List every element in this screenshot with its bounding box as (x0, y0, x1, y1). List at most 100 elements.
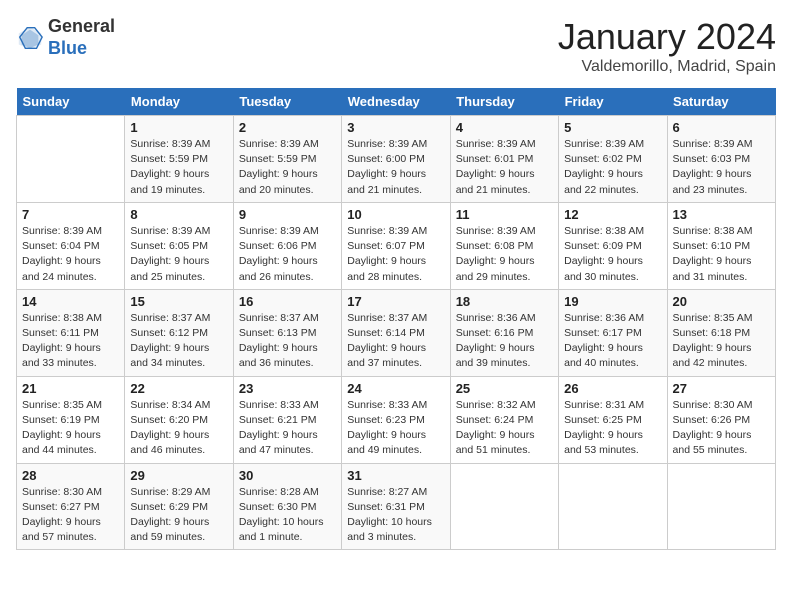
weekday-header-cell: Monday (125, 88, 233, 116)
calendar-day-cell: 23Sunrise: 8:33 AM Sunset: 6:21 PM Dayli… (233, 376, 341, 463)
day-number: 23 (239, 381, 336, 396)
day-info: Sunrise: 8:36 AM Sunset: 6:17 PM Dayligh… (564, 311, 661, 372)
calendar-day-cell: 2Sunrise: 8:39 AM Sunset: 5:59 PM Daylig… (233, 116, 341, 203)
day-info: Sunrise: 8:34 AM Sunset: 6:20 PM Dayligh… (130, 398, 227, 459)
day-number: 18 (456, 294, 553, 309)
day-number: 21 (22, 381, 119, 396)
day-number: 11 (456, 207, 553, 222)
calendar-day-cell: 6 Sunrise: 8:39 AM Sunset: 6:03 PM Daylig… (667, 116, 775, 203)
day-number: 1 (130, 120, 227, 135)
calendar-day-cell: 19 Sunrise: 8:36 AM Sunset: 6:17 PM Dayli… (559, 289, 667, 376)
day-info: Sunrise: 8:28 AM Sunset: 6:30 PM Dayligh… (239, 485, 336, 546)
day-info: Sunrise: 8:32 AM Sunset: 6:24 PM Dayligh… (456, 398, 553, 459)
day-info: Sunrise: 8:29 AM Sunset: 6:29 PM Dayligh… (130, 485, 227, 546)
day-info: Sunrise: 8:38 AM Sunset: 6:09 PM Dayligh… (564, 224, 661, 285)
weekday-header-cell: Wednesday (342, 88, 450, 116)
day-number: 31 (347, 468, 444, 483)
calendar-day-cell: 10 Sunrise: 8:39 AM Sunset: 6:07 PM Dayli… (342, 202, 450, 289)
day-info: Sunrise: 8:37 AM Sunset: 6:14 PM Dayligh… (347, 311, 444, 372)
calendar-week-row: 28 Sunrise: 8:30 AM Sunset: 6:27 PM Dayli… (17, 463, 776, 550)
weekday-header-cell: Tuesday (233, 88, 341, 116)
day-number: 14 (22, 294, 119, 309)
calendar-day-cell: 27 Sunrise: 8:30 AM Sunset: 6:26 PM Dayli… (667, 376, 775, 463)
calendar-table: SundayMondayTuesdayWednesdayThursdayFrid… (16, 88, 776, 550)
day-number: 9 (239, 207, 336, 222)
day-info: Sunrise: 8:39 AM Sunset: 6:03 PM Dayligh… (673, 137, 770, 198)
day-info: Sunrise: 8:39 AM Sunset: 6:02 PM Dayligh… (564, 137, 661, 198)
calendar-day-cell: 5 Sunrise: 8:39 AM Sunset: 6:02 PM Daylig… (559, 116, 667, 203)
logo-blue-text: Blue (48, 38, 115, 60)
day-number: 6 (673, 120, 770, 135)
calendar-day-cell: 31Sunrise: 8:27 AM Sunset: 6:31 PM Dayli… (342, 463, 450, 550)
calendar-day-cell: 12 Sunrise: 8:38 AM Sunset: 6:09 PM Dayli… (559, 202, 667, 289)
day-number: 27 (673, 381, 770, 396)
day-number: 29 (130, 468, 227, 483)
calendar-day-cell: 20 Sunrise: 8:35 AM Sunset: 6:18 PM Dayli… (667, 289, 775, 376)
calendar-body: 1 Sunrise: 8:39 AM Sunset: 5:59 PM Daylig… (17, 116, 776, 550)
day-number: 8 (130, 207, 227, 222)
calendar-day-cell: 22 Sunrise: 8:34 AM Sunset: 6:20 PM Dayli… (125, 376, 233, 463)
calendar-day-cell: 18 Sunrise: 8:36 AM Sunset: 6:16 PM Dayli… (450, 289, 558, 376)
calendar-day-cell: 13Sunrise: 8:38 AM Sunset: 6:10 PM Dayli… (667, 202, 775, 289)
title-area: January 2024 Valdemorillo, Madrid, Spain (558, 16, 776, 76)
day-info: Sunrise: 8:35 AM Sunset: 6:18 PM Dayligh… (673, 311, 770, 372)
day-number: 2 (239, 120, 336, 135)
day-number: 7 (22, 207, 119, 222)
weekday-header-cell: Thursday (450, 88, 558, 116)
day-info: Sunrise: 8:39 AM Sunset: 5:59 PM Dayligh… (130, 137, 227, 198)
day-info: Sunrise: 8:39 AM Sunset: 6:07 PM Dayligh… (347, 224, 444, 285)
day-number: 22 (130, 381, 227, 396)
day-number: 4 (456, 120, 553, 135)
day-number: 15 (130, 294, 227, 309)
day-number: 12 (564, 207, 661, 222)
day-number: 5 (564, 120, 661, 135)
day-info: Sunrise: 8:35 AM Sunset: 6:19 PM Dayligh… (22, 398, 119, 459)
day-number: 19 (564, 294, 661, 309)
day-info: Sunrise: 8:36 AM Sunset: 6:16 PM Dayligh… (456, 311, 553, 372)
day-number: 13 (673, 207, 770, 222)
day-info: Sunrise: 8:33 AM Sunset: 6:23 PM Dayligh… (347, 398, 444, 459)
logo: General Blue (16, 16, 115, 59)
day-info: Sunrise: 8:30 AM Sunset: 6:27 PM Dayligh… (22, 485, 119, 546)
weekday-header-cell: Sunday (17, 88, 125, 116)
day-number: 10 (347, 207, 444, 222)
weekday-header-row: SundayMondayTuesdayWednesdayThursdayFrid… (17, 88, 776, 116)
calendar-week-row: 7Sunrise: 8:39 AM Sunset: 6:04 PM Daylig… (17, 202, 776, 289)
calendar-day-cell: 14Sunrise: 8:38 AM Sunset: 6:11 PM Dayli… (17, 289, 125, 376)
calendar-day-cell: 1 Sunrise: 8:39 AM Sunset: 5:59 PM Daylig… (125, 116, 233, 203)
calendar-week-row: 14Sunrise: 8:38 AM Sunset: 6:11 PM Dayli… (17, 289, 776, 376)
calendar-day-cell: 17 Sunrise: 8:37 AM Sunset: 6:14 PM Dayli… (342, 289, 450, 376)
location-title: Valdemorillo, Madrid, Spain (558, 58, 776, 76)
day-info: Sunrise: 8:39 AM Sunset: 6:01 PM Dayligh… (456, 137, 553, 198)
day-number: 30 (239, 468, 336, 483)
day-info: Sunrise: 8:39 AM Sunset: 6:00 PM Dayligh… (347, 137, 444, 198)
calendar-day-cell: 24 Sunrise: 8:33 AM Sunset: 6:23 PM Dayli… (342, 376, 450, 463)
calendar-day-cell: 21 Sunrise: 8:35 AM Sunset: 6:19 PM Dayli… (17, 376, 125, 463)
day-info: Sunrise: 8:37 AM Sunset: 6:13 PM Dayligh… (239, 311, 336, 372)
calendar-day-cell (17, 116, 125, 203)
calendar-day-cell (559, 463, 667, 550)
calendar-week-row: 1 Sunrise: 8:39 AM Sunset: 5:59 PM Daylig… (17, 116, 776, 203)
day-info: Sunrise: 8:39 AM Sunset: 6:05 PM Dayligh… (130, 224, 227, 285)
day-number: 24 (347, 381, 444, 396)
calendar-day-cell: 9 Sunrise: 8:39 AM Sunset: 6:06 PM Daylig… (233, 202, 341, 289)
calendar-week-row: 21 Sunrise: 8:35 AM Sunset: 6:19 PM Dayli… (17, 376, 776, 463)
logo-icon (16, 24, 44, 52)
day-number: 3 (347, 120, 444, 135)
day-info: Sunrise: 8:37 AM Sunset: 6:12 PM Dayligh… (130, 311, 227, 372)
day-number: 20 (673, 294, 770, 309)
day-number: 28 (22, 468, 119, 483)
calendar-day-cell (450, 463, 558, 550)
calendar-day-cell: 30 Sunrise: 8:28 AM Sunset: 6:30 PM Dayli… (233, 463, 341, 550)
logo-general-text: General (48, 16, 115, 38)
calendar-day-cell: 7Sunrise: 8:39 AM Sunset: 6:04 PM Daylig… (17, 202, 125, 289)
day-info: Sunrise: 8:39 AM Sunset: 6:08 PM Dayligh… (456, 224, 553, 285)
day-number: 16 (239, 294, 336, 309)
day-info: Sunrise: 8:30 AM Sunset: 6:26 PM Dayligh… (673, 398, 770, 459)
calendar-day-cell: 8 Sunrise: 8:39 AM Sunset: 6:05 PM Daylig… (125, 202, 233, 289)
month-title: January 2024 (558, 16, 776, 58)
day-number: 17 (347, 294, 444, 309)
day-info: Sunrise: 8:39 AM Sunset: 6:06 PM Dayligh… (239, 224, 336, 285)
page-header: General Blue January 2024 Valdemorillo, … (16, 16, 776, 76)
calendar-day-cell: 11 Sunrise: 8:39 AM Sunset: 6:08 PM Dayli… (450, 202, 558, 289)
